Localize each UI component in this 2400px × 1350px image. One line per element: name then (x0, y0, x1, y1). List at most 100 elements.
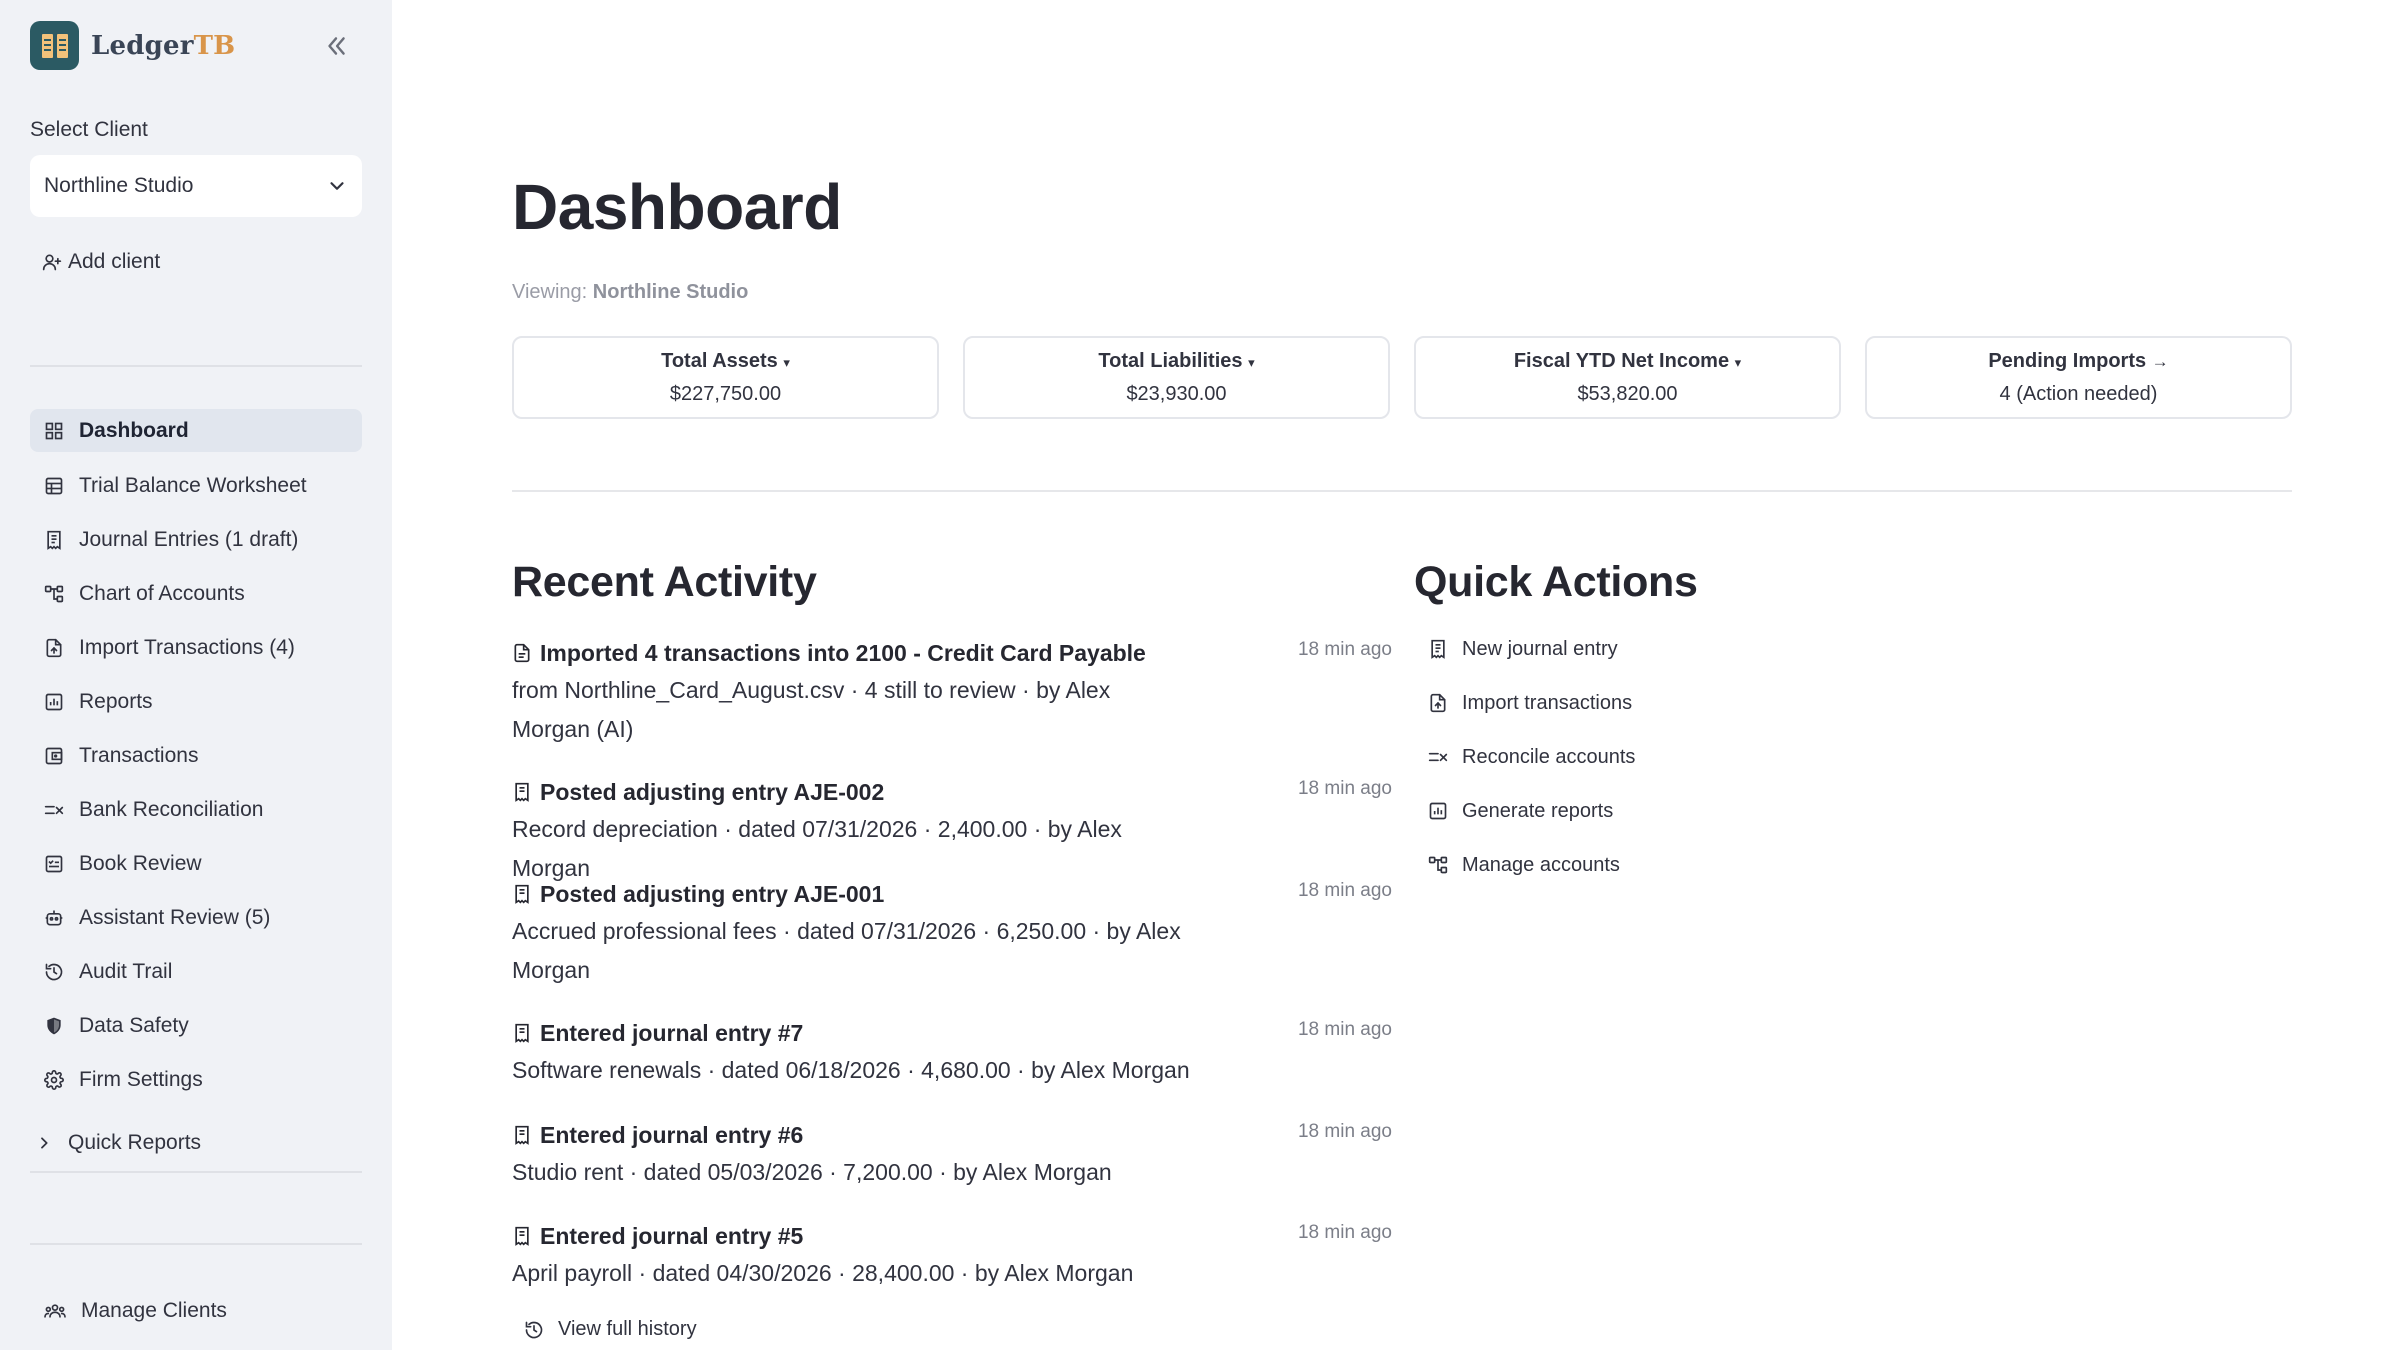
history-icon (45, 963, 63, 980)
sidebar-item-chart-of-accounts[interactable]: Chart of Accounts (30, 572, 362, 615)
metric-total-assets[interactable]: Total Assets ▾ $227,750.00 (512, 336, 939, 419)
activity-time: 18 min ago (1297, 880, 1392, 901)
caret-down-icon: ▾ (1734, 355, 1742, 370)
metric-pending-imports[interactable]: Pending Imports → 4 (Action needed) (1865, 336, 2292, 419)
quick-reports-label: Quick Reports (68, 1131, 202, 1154)
reconcile-icon (1428, 752, 1448, 762)
sidebar-item-audit-trail[interactable]: Audit Trail (30, 950, 362, 993)
chevron-right-icon (41, 1137, 48, 1149)
report-chart-icon (45, 693, 63, 710)
sidebar-item-data-safety[interactable]: Data Safety (30, 1004, 362, 1047)
receipt-icon (1431, 639, 1445, 659)
quick-action-label: Generate reports (1462, 799, 1614, 822)
select-client-label: Select Client (30, 118, 148, 141)
sidebar-item-bank-reconciliation[interactable]: Bank Reconciliation (30, 788, 362, 831)
metric-value: $227,750.00 (669, 383, 782, 405)
sidebar-item-label: Manage Clients (81, 1298, 227, 1322)
robot-icon (45, 910, 63, 925)
sidebar-item-trial-balance[interactable]: Trial Balance Worksheet (30, 464, 362, 507)
client-select[interactable]: Northline Studio (30, 155, 362, 217)
receipt-icon (515, 884, 529, 904)
activity-item: Entered journal entry #7 Software renewa… (512, 1017, 1392, 1090)
sidebar-item-firm-settings[interactable]: Firm Settings (30, 1058, 362, 1101)
hierarchy-icon (1428, 856, 1448, 874)
activity-description: Accrued professional fees · dated 07/31/… (512, 918, 1181, 983)
activity-item: Posted adjusting entry AJE-002 Record de… (512, 776, 1392, 888)
collapse-sidebar-button[interactable] (320, 30, 352, 62)
sidebar-item-manage-clients[interactable]: Manage Clients (30, 1289, 362, 1332)
metric-value: $53,820.00 (1577, 383, 1678, 405)
quick-action-generate-reports[interactable]: Generate reports (1428, 796, 1613, 826)
sidebar-item-label: Import Transactions (4) (79, 635, 295, 659)
sidebar-divider (30, 1243, 362, 1245)
metric-value: 4 (Action needed) (1999, 383, 2158, 405)
activity-description: from Northline_Card_August.csv · 4 still… (512, 677, 1111, 742)
quick-action-label: Manage accounts (1462, 853, 1620, 876)
metric-label: Total Assets (661, 350, 778, 372)
activity-title: Posted adjusting entry AJE-002 (540, 778, 885, 805)
sidebar-item-label: Data Safety (79, 1013, 189, 1037)
sidebar-item-label: Bank Reconciliation (79, 797, 264, 821)
quick-action-label: Reconcile accounts (1462, 745, 1636, 768)
double-chevron-left-icon (328, 37, 345, 55)
table-icon (45, 477, 63, 494)
quick-actions-title: Quick Actions (1414, 558, 1698, 606)
quick-action-label: New journal entry (1462, 637, 1618, 660)
quick-action-new-journal-entry[interactable]: New journal entry (1428, 634, 1618, 664)
brand[interactable]: LedgerTB (30, 21, 235, 70)
users-icon (44, 1303, 66, 1318)
activity-item: Posted adjusting entry AJE-001 Accrued p… (512, 878, 1392, 990)
quick-action-reconcile-accounts[interactable]: Reconcile accounts (1428, 742, 1635, 772)
activity-time: 18 min ago (1297, 1222, 1392, 1243)
add-client-label: Add client (68, 250, 161, 273)
section-divider (512, 490, 2292, 492)
review-icon (45, 855, 63, 872)
receipt-icon (515, 1226, 529, 1246)
sidebar-divider (30, 1171, 362, 1173)
sidebar-item-label: Firm Settings (79, 1067, 203, 1091)
transactions-icon (45, 747, 63, 764)
shield-icon (47, 1017, 61, 1034)
logo-icon (30, 21, 79, 70)
add-client-button[interactable]: Add client (42, 250, 160, 274)
sidebar-item-transactions[interactable]: Transactions (30, 734, 362, 777)
activity-description: Record depreciation · dated 07/31/2026 ·… (512, 816, 1122, 881)
receipt-icon (47, 530, 61, 550)
sidebar-divider (30, 365, 362, 367)
activity-description: Software renewals · dated 06/18/2026 · 4… (512, 1057, 1190, 1083)
sidebar-item-dashboard[interactable]: Dashboard (30, 409, 362, 452)
grid-icon (45, 422, 63, 439)
caret-down-icon: ▾ (783, 355, 790, 370)
metric-total-liabilities[interactable]: Total Liabilities ▾ $23,930.00 (963, 336, 1390, 419)
metric-label: Pending Imports (1988, 350, 2147, 372)
quick-action-import-transactions[interactable]: Import transactions (1428, 688, 1632, 718)
sidebar-item-label: Dashboard (79, 418, 189, 442)
activity-title: Posted adjusting entry AJE-001 (540, 880, 885, 907)
sidebar-item-book-review[interactable]: Book Review (30, 842, 362, 885)
caret-down-icon: ▾ (1248, 355, 1255, 370)
view-full-history-button[interactable]: View full history (524, 1318, 697, 1341)
hierarchy-icon (44, 585, 64, 602)
receipt-icon (515, 782, 529, 802)
sidebar-item-label: Journal Entries (1 draft) (79, 527, 299, 551)
sidebar-item-assistant-review[interactable]: Assistant Review (5) (30, 896, 362, 939)
sidebar-item-label: Chart of Accounts (79, 581, 245, 605)
viewing-client: Northline Studio (592, 281, 749, 303)
viewing-caption: Viewing: Northline Studio (512, 281, 749, 303)
sidebar-item-journal-entries[interactable]: Journal Entries (1 draft) (30, 518, 362, 561)
sidebar-item-import-transactions[interactable]: Import Transactions (4) (30, 626, 362, 669)
metric-net-income[interactable]: Fiscal YTD Net Income ▾ $53,820.00 (1414, 336, 1841, 419)
activity-item: Imported 4 transactions into 2100 - Cred… (512, 637, 1392, 749)
report-chart-icon (1429, 802, 1447, 820)
view-full-history-label: View full history (558, 1318, 697, 1340)
sidebar-item-reports[interactable]: Reports (30, 680, 362, 723)
quick-reports-expander[interactable]: Quick Reports (30, 1128, 362, 1158)
activity-description: Studio rent · dated 05/03/2026 · 7,200.0… (512, 1159, 1112, 1185)
quick-action-label: Import transactions (1462, 691, 1633, 714)
sidebar-item-label: Book Review (79, 851, 202, 875)
sidebar-item-label: Audit Trail (79, 959, 173, 983)
activity-item: Entered journal entry #5 April payroll ·… (512, 1220, 1392, 1293)
quick-action-manage-accounts[interactable]: Manage accounts (1428, 850, 1620, 880)
activity-description: April payroll · dated 04/30/2026 · 28,40… (512, 1260, 1134, 1286)
chevron-down-icon (330, 182, 344, 190)
